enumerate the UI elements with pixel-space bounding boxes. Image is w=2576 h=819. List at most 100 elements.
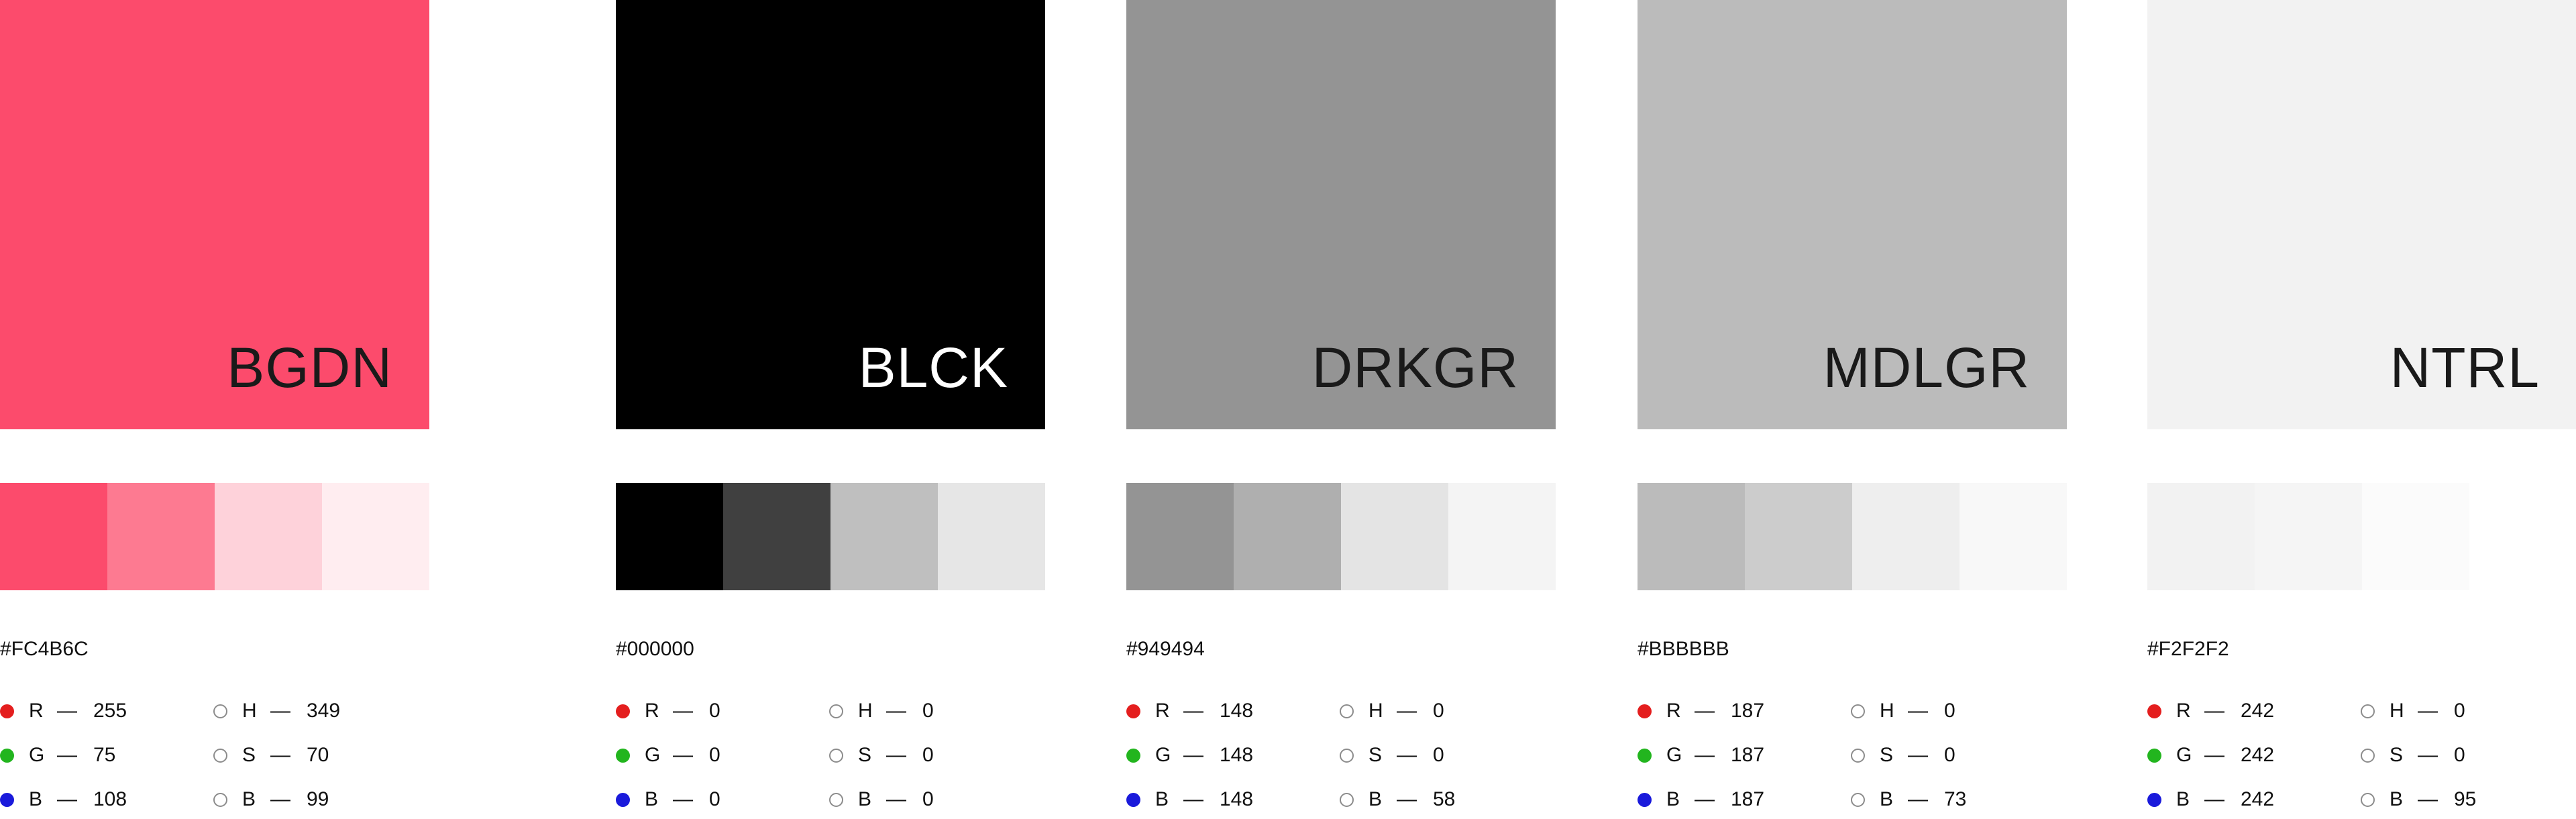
tint-swatch bbox=[107, 483, 215, 590]
value-row-r-h: R — 255 H — 349 bbox=[0, 698, 429, 742]
tint-swatch bbox=[1126, 483, 1234, 590]
dash-separator: — bbox=[270, 788, 290, 810]
blue-channel-letter: B bbox=[29, 788, 43, 810]
color-name-label: BGDN bbox=[227, 336, 392, 399]
red-channel-letter: R bbox=[2176, 700, 2191, 722]
green-value: 75 bbox=[93, 744, 116, 766]
dash-separator: — bbox=[2204, 700, 2224, 722]
brightness-value: 58 bbox=[1433, 788, 1456, 810]
hue-dot-icon bbox=[1340, 704, 1354, 718]
tint-swatch bbox=[1745, 483, 1852, 590]
dash-separator: — bbox=[886, 788, 906, 810]
dash-separator: — bbox=[57, 744, 77, 766]
saturation-value: S — 0 bbox=[2361, 742, 2465, 769]
blue-dot-icon bbox=[616, 792, 630, 807]
color-name-label: BLCK bbox=[858, 336, 1008, 399]
hue-value: 0 bbox=[1944, 700, 1955, 722]
value-row-g-s: G — 187 S — 0 bbox=[1638, 742, 2067, 786]
tint-swatch bbox=[830, 483, 938, 590]
green-channel-letter: G bbox=[1155, 744, 1171, 766]
hex-code: #BBBBBB bbox=[1638, 638, 1729, 660]
red-dot-icon bbox=[0, 704, 14, 718]
brightness-channel-letter: B bbox=[1880, 788, 1894, 810]
dash-separator: — bbox=[1695, 744, 1715, 766]
hex-code: #FC4B6C bbox=[0, 638, 89, 660]
saturation-dot-icon bbox=[829, 748, 843, 763]
green-value: G — 75 bbox=[0, 742, 115, 769]
tint-swatch bbox=[1638, 483, 1745, 590]
color-values: R — 242 H — 0 G — 242 S — 0 B — 242 B — 95 bbox=[2147, 698, 2576, 819]
tint-strip bbox=[616, 483, 1045, 590]
main-swatch: BGDN bbox=[0, 0, 429, 429]
color-card-blck: BLCK #000000 R — 0 H — 0 G — 0 S — 0 B — 0 B — 0 bbox=[616, 0, 1045, 819]
dash-separator: — bbox=[1908, 788, 1928, 810]
blue-value: 242 bbox=[2241, 788, 2275, 810]
color-card-ntrl: NTRL #F2F2F2 R — 242 H — 0 G — 242 S — 0 B — 242 B — 95 bbox=[2147, 0, 2576, 819]
hue-channel-letter: H bbox=[858, 700, 873, 722]
tint-swatch bbox=[1341, 483, 1448, 590]
value-row-b-b: B — 242 B — 95 bbox=[2147, 786, 2576, 819]
tint-swatch bbox=[1234, 483, 1341, 590]
red-value: R — 242 bbox=[2147, 698, 2274, 724]
saturation-dot-icon bbox=[213, 748, 227, 763]
tint-swatch bbox=[1448, 483, 1556, 590]
tint-swatch bbox=[1852, 483, 1960, 590]
tint-swatch bbox=[1960, 483, 2067, 590]
brightness-dot-icon bbox=[1340, 792, 1354, 807]
color-name-label: DRKGR bbox=[1311, 336, 1519, 399]
red-channel-letter: R bbox=[1155, 700, 1170, 722]
saturation-value: S — 0 bbox=[1851, 742, 1955, 769]
color-name-label: NTRL bbox=[2390, 336, 2540, 399]
red-value: 148 bbox=[1220, 700, 1254, 722]
blue-value: 148 bbox=[1220, 788, 1254, 810]
blue-dot-icon bbox=[0, 792, 14, 807]
color-values: R — 255 H — 349 G — 75 S — 70 B — 108 B — 99 bbox=[0, 698, 429, 819]
saturation-channel-letter: S bbox=[2390, 744, 2404, 766]
brightness-dot-icon bbox=[829, 792, 843, 807]
tint-swatch bbox=[616, 483, 723, 590]
dash-separator: — bbox=[270, 744, 290, 766]
saturation-dot-icon bbox=[1340, 748, 1354, 763]
brightness-value: B — 73 bbox=[1851, 786, 1966, 813]
saturation-value: S — 0 bbox=[1340, 742, 1444, 769]
value-row-g-s: G — 242 S — 0 bbox=[2147, 742, 2576, 786]
green-value: 0 bbox=[709, 744, 720, 766]
tint-swatch bbox=[0, 483, 107, 590]
saturation-value: S — 70 bbox=[213, 742, 329, 769]
red-value: 255 bbox=[93, 700, 127, 722]
green-value: G — 187 bbox=[1638, 742, 1764, 769]
red-channel-letter: R bbox=[29, 700, 44, 722]
brightness-value: 73 bbox=[1944, 788, 1967, 810]
brightness-value: 95 bbox=[2454, 788, 2477, 810]
dash-separator: — bbox=[2418, 700, 2438, 722]
dash-separator: — bbox=[1908, 744, 1928, 766]
green-channel-letter: G bbox=[29, 744, 45, 766]
green-value: G — 242 bbox=[2147, 742, 2274, 769]
hue-dot-icon bbox=[213, 704, 227, 718]
brightness-value: 0 bbox=[922, 788, 934, 810]
dash-separator: — bbox=[2418, 744, 2438, 766]
value-row-r-h: R — 242 H — 0 bbox=[2147, 698, 2576, 742]
green-dot-icon bbox=[2147, 748, 2161, 763]
tint-swatch bbox=[2469, 483, 2576, 590]
red-value: 242 bbox=[2241, 700, 2275, 722]
brightness-value: B — 58 bbox=[1340, 786, 1455, 813]
dash-separator: — bbox=[673, 744, 693, 766]
dash-separator: — bbox=[1397, 788, 1417, 810]
brightness-value: B — 95 bbox=[2361, 786, 2476, 813]
dash-separator: — bbox=[57, 788, 77, 810]
green-dot-icon bbox=[0, 748, 14, 763]
hue-dot-icon bbox=[1851, 704, 1865, 718]
blue-value: B — 187 bbox=[1638, 786, 1764, 813]
hue-dot-icon bbox=[2361, 704, 2375, 718]
dash-separator: — bbox=[270, 700, 290, 722]
blue-channel-letter: B bbox=[1666, 788, 1680, 810]
saturation-channel-letter: S bbox=[242, 744, 256, 766]
saturation-value: 0 bbox=[2454, 744, 2465, 766]
green-value: 242 bbox=[2241, 744, 2275, 766]
value-row-r-h: R — 187 H — 0 bbox=[1638, 698, 2067, 742]
brightness-channel-letter: B bbox=[2390, 788, 2404, 810]
saturation-channel-letter: S bbox=[858, 744, 872, 766]
brightness-dot-icon bbox=[2361, 792, 2375, 807]
main-swatch: MDLGR bbox=[1638, 0, 2067, 429]
